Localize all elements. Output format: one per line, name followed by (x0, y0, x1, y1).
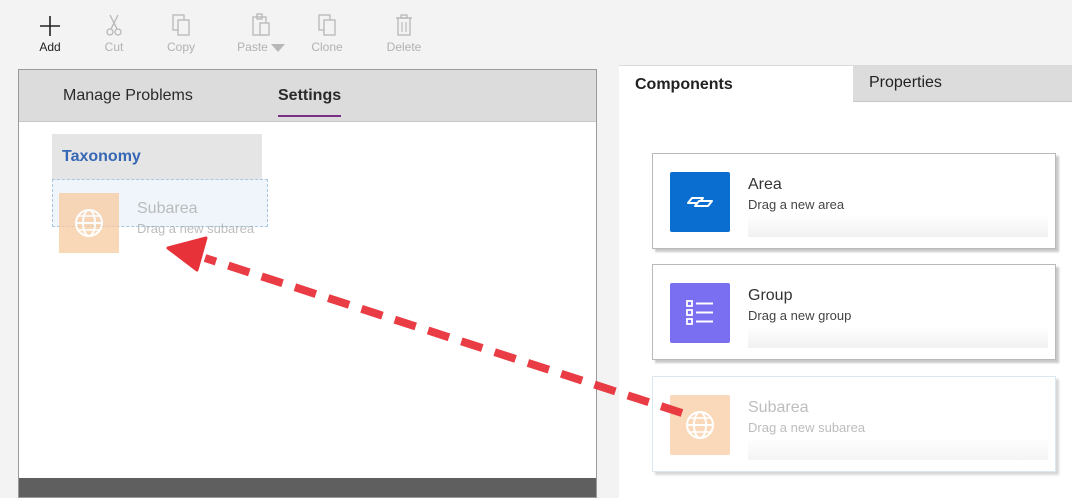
component-subtitle: Drag a new group (748, 308, 852, 323)
card-shade (748, 326, 1048, 348)
delete-label: Delete (386, 40, 422, 54)
sitemap-designer-canvas: Manage Problems Settings Taxonomy Subare… (18, 69, 597, 498)
tab-settings[interactable]: Settings (278, 87, 342, 117)
tab-label: Settings (278, 87, 342, 104)
clone-button[interactable]: Clone (297, 12, 357, 54)
add-label: Add (39, 40, 61, 54)
copy-button[interactable]: Copy (151, 12, 211, 54)
tab-manage-problems[interactable]: Manage Problems (63, 87, 193, 105)
group-taxonomy[interactable]: Taxonomy (52, 134, 262, 180)
component-subtitle: Drag a new subarea (748, 420, 866, 435)
ghost-title: Subarea (137, 200, 198, 217)
area-icon (670, 172, 730, 232)
component-card-area[interactable]: Area Drag a new area (652, 153, 1056, 249)
component-subtitle: Drag a new area (748, 197, 845, 212)
dragged-subarea-ghost[interactable]: Subarea Drag a new subarea (59, 193, 359, 255)
paste-label-wrap: Paste (229, 40, 293, 54)
active-tab-indicator (278, 115, 342, 117)
tab-label: Properties (869, 74, 942, 91)
delete-button[interactable]: Delete (374, 12, 434, 54)
component-card-group[interactable]: Group Drag a new group (652, 264, 1056, 360)
component-title: Area (748, 176, 782, 193)
tab-components[interactable]: Components (619, 65, 853, 102)
trash-icon (396, 14, 412, 36)
card-shade (748, 215, 1048, 237)
tab-label: Manage Problems (63, 87, 193, 104)
component-card-subarea[interactable]: Subarea Drag a new subarea (652, 376, 1056, 472)
command-bar: Add Cut Copy Paste Clone Delete (0, 0, 1072, 66)
globe-icon (670, 395, 730, 455)
cut-button[interactable]: Cut (84, 12, 144, 54)
globe-icon (59, 193, 119, 253)
canvas-footer-bar (19, 478, 596, 497)
tab-label: Components (635, 76, 733, 93)
clone-label: Clone (311, 40, 343, 54)
component-title: Subarea (748, 399, 809, 416)
group-title: Taxonomy (62, 148, 141, 165)
components-panel: Components Properties Area Drag a new ar… (619, 65, 1072, 498)
scissors-icon (106, 14, 122, 36)
clipboard-icon (252, 13, 270, 36)
copy-icon (172, 14, 190, 36)
component-title: Group (748, 287, 793, 304)
chevron-down-icon (270, 43, 285, 52)
plus-icon (40, 16, 60, 36)
cut-label: Cut (104, 40, 124, 54)
tab-properties[interactable]: Properties (853, 65, 1072, 102)
clone-icon (318, 14, 336, 36)
copy-label: Copy (166, 40, 195, 54)
paste-button[interactable]: Paste (229, 12, 293, 54)
paste-label: Paste (237, 40, 268, 54)
card-shade (748, 438, 1048, 460)
ghost-subtitle: Drag a new subarea (137, 221, 255, 236)
add-button[interactable]: Add (20, 12, 80, 54)
group-list-icon (670, 283, 730, 343)
area-tab-bar: Manage Problems Settings (19, 70, 596, 122)
